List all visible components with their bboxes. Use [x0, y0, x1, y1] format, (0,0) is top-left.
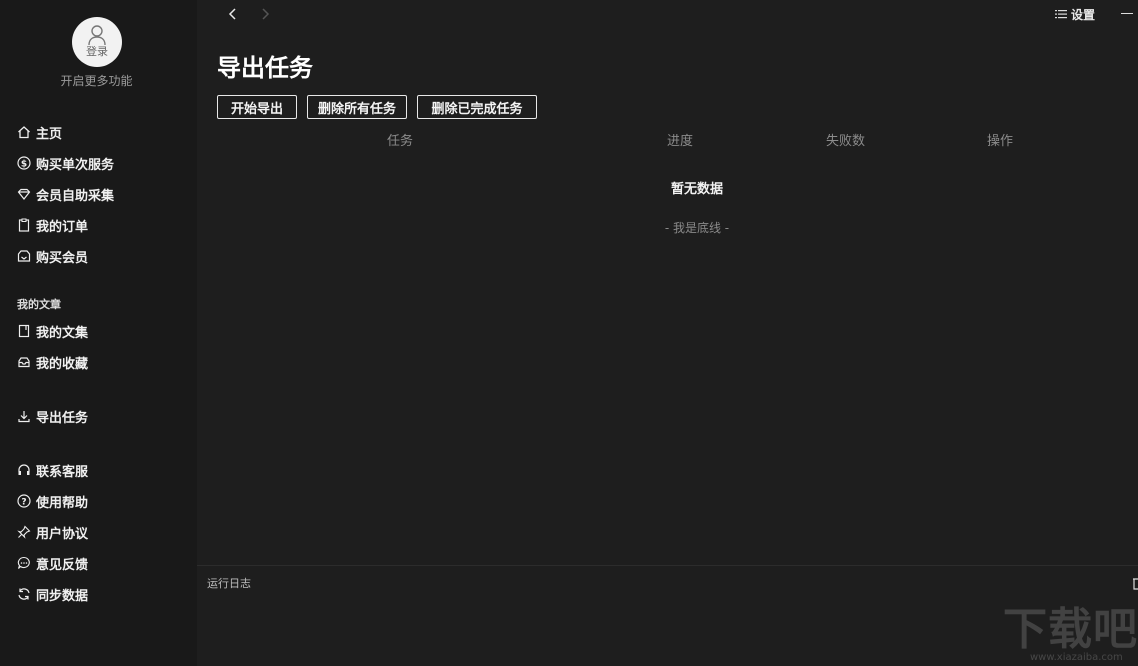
sidebar-item-label: 购买会员 — [36, 250, 89, 266]
headset-icon — [16, 462, 32, 478]
sidebar-item-buy-single-service[interactable]: $ 购买单次服务 — [16, 153, 114, 173]
svg-text:$: $ — [21, 160, 27, 170]
unlock-features-link[interactable]: 开启更多功能 — [0, 72, 193, 89]
book-icon — [16, 323, 32, 339]
end-of-list-text: - 我是底线 - — [664, 221, 730, 235]
log-panel-title: 运行日志 — [207, 577, 251, 590]
home-icon — [16, 124, 32, 140]
sidebar-item-label: 同步数据 — [36, 588, 89, 604]
sidebar-item-my-favorites[interactable]: 我的收藏 — [16, 352, 88, 372]
download-icon — [16, 408, 32, 424]
login-avatar[interactable]: 登录 — [72, 17, 122, 67]
sidebar-item-export-tasks[interactable]: 导出任务 — [16, 406, 88, 426]
sidebar-item-label: 导出任务 — [36, 410, 89, 426]
sidebar-item-home[interactable]: 主页 — [16, 122, 62, 142]
svg-text:?: ? — [21, 498, 26, 508]
clear-log-button[interactable] — [1132, 575, 1138, 594]
crown-icon — [16, 186, 32, 202]
inbox-icon — [16, 354, 32, 370]
sidebar-item-label: 会员自助采集 — [36, 188, 115, 204]
sidebar-item-label: 我的订单 — [36, 219, 89, 235]
gem-icon — [16, 248, 32, 264]
sidebar-item-member-collect[interactable]: 会员自助采集 — [16, 184, 114, 204]
sidebar-item-label: 使用帮助 — [36, 495, 89, 511]
section-title-my-articles: 我的文章 — [17, 298, 61, 311]
sidebar-item-label: 主页 — [36, 126, 63, 142]
chat-icon — [16, 555, 32, 571]
sidebar-item-contact-support[interactable]: 联系客服 — [16, 460, 88, 480]
sidebar-item-label: 我的文集 — [36, 325, 89, 341]
user-icon — [88, 25, 106, 46]
pin-icon — [16, 524, 32, 540]
sidebar-item-my-orders[interactable]: 我的订单 — [16, 215, 88, 235]
log-divider — [197, 565, 1138, 566]
sidebar-item-user-agreement[interactable]: 用户协议 — [16, 522, 88, 542]
sync-icon — [16, 586, 32, 602]
sidebar: 登录 开启更多功能 主页 $ 购买单次服务 会员自助采集 我的订单 购买会员 我… — [0, 0, 197, 666]
empty-state-text: 暂无数据 — [670, 182, 723, 197]
sidebar-item-sync-data[interactable]: 同步数据 — [16, 584, 88, 604]
login-label: 登录 — [86, 45, 108, 58]
dollar-icon: $ — [16, 155, 32, 171]
sidebar-item-label: 意见反馈 — [36, 557, 89, 573]
clipboard-icon — [16, 217, 32, 233]
sidebar-item-label: 我的收藏 — [36, 356, 89, 372]
watermark-url: www.xiazaiba.com — [1030, 652, 1123, 663]
sidebar-item-label: 联系客服 — [36, 464, 89, 480]
sidebar-item-feedback[interactable]: 意见反馈 — [16, 553, 88, 573]
sidebar-item-label: 用户协议 — [36, 526, 89, 542]
sidebar-item-label: 购买单次服务 — [36, 157, 115, 173]
sidebar-item-my-collections[interactable]: 我的文集 — [16, 321, 88, 341]
trash-icon — [1133, 578, 1138, 590]
question-icon: ? — [16, 493, 32, 509]
sidebar-item-buy-membership[interactable]: 购买会员 — [16, 246, 88, 266]
table-body: 暂无数据 - 我是底线 - — [197, 0, 1138, 300]
watermark-logo: 下载吧 — [1003, 604, 1138, 655]
sidebar-item-help[interactable]: ? 使用帮助 — [16, 491, 88, 511]
